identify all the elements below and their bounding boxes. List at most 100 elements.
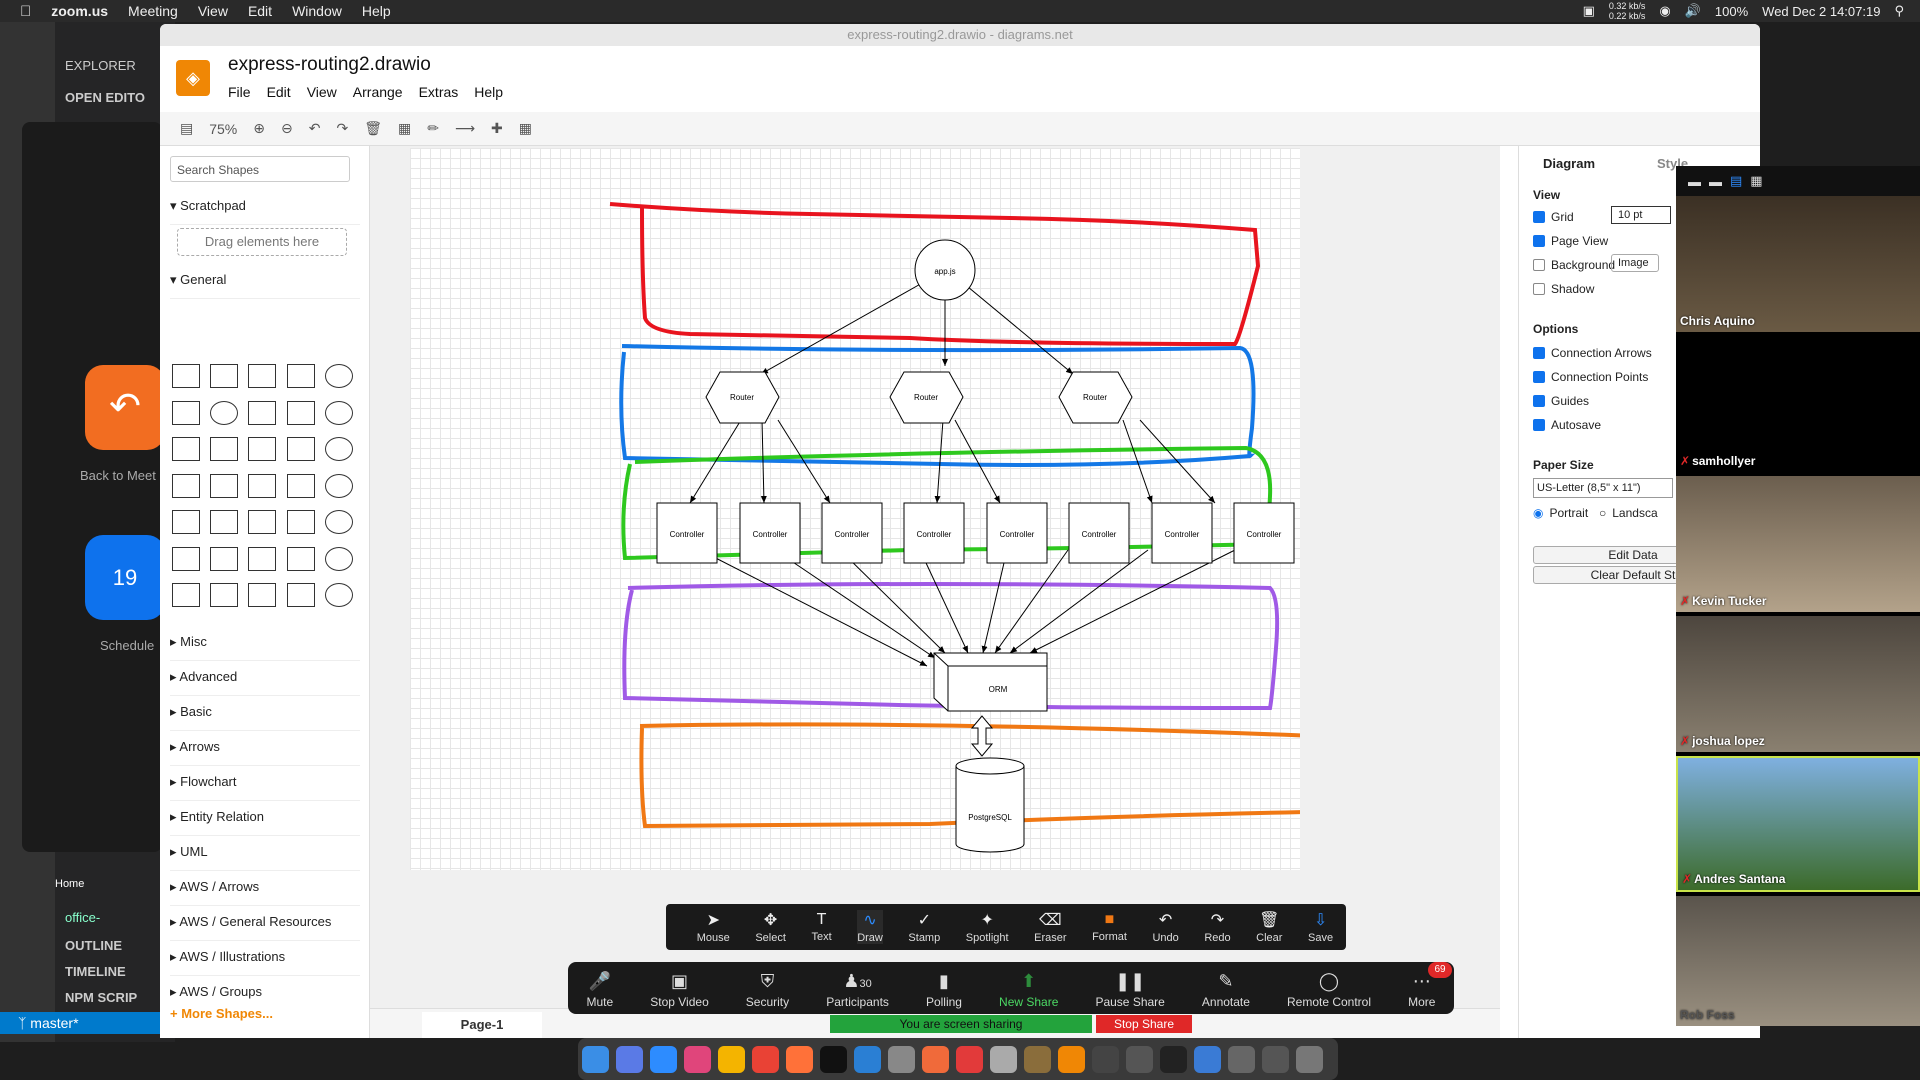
mute-button[interactable]: 🎤 Mute	[587, 971, 614, 1009]
scratchpad-header[interactable]: ▾ Scratchpad	[170, 198, 360, 225]
security-button[interactable]: ⛨ Security	[746, 971, 789, 1009]
speaker-view-icon[interactable]: ▬	[1709, 174, 1722, 189]
timeline-section[interactable]: TIMELINE	[65, 964, 126, 979]
open-editors[interactable]: OPEN EDITO	[65, 90, 145, 105]
palette-shape[interactable]	[324, 510, 353, 535]
palette-shape[interactable]	[324, 437, 353, 462]
palette-shape[interactable]	[286, 437, 315, 462]
search-icon[interactable]: ⚲	[1894, 3, 1904, 19]
app-menu[interactable]: zoom.us	[51, 3, 108, 19]
palette-shape[interactable]	[172, 583, 200, 608]
downloads-icon[interactable]	[1262, 1045, 1289, 1073]
palette-shape[interactable]	[172, 546, 200, 571]
video-tile[interactable]: ✗ Andres Santana	[1676, 756, 1920, 892]
video-tile[interactable]: Chris Aquino	[1676, 196, 1920, 332]
connection-points-checkbox[interactable]: Connection Points	[1533, 370, 1648, 384]
palette-shape[interactable]	[286, 583, 315, 608]
fill-color-icon[interactable]: ▦	[398, 120, 411, 137]
app-icon[interactable]	[1160, 1045, 1187, 1073]
app-icon[interactable]	[1126, 1045, 1153, 1073]
controller-node[interactable]: Controller	[739, 502, 801, 564]
menu-edit[interactable]: Edit	[248, 3, 272, 19]
annotate-draw[interactable]: ∿ Draw	[857, 910, 883, 944]
portrait-radio[interactable]: ◉ Portrait	[1533, 506, 1588, 520]
menu-window[interactable]: Window	[292, 3, 342, 19]
zoom-status-icon[interactable]: ▣	[1583, 3, 1595, 19]
palette-shape[interactable]	[172, 364, 200, 388]
gallery-view-icon[interactable]: ▤	[1730, 173, 1742, 189]
grid-checkbox[interactable]: Grid	[1533, 210, 1574, 224]
annotate-stamp[interactable]: ✓ Stamp	[908, 910, 940, 944]
drawio-dock-icon[interactable]	[1058, 1045, 1085, 1073]
router-node[interactable]: Router	[889, 371, 964, 424]
category-misc[interactable]: ▸ Misc	[170, 634, 360, 661]
connection-arrows-checkbox[interactable]: Connection Arrows	[1533, 346, 1652, 360]
minimize-icon[interactable]: ▬	[1688, 174, 1701, 189]
category-advanced[interactable]: ▸ Advanced	[170, 669, 360, 696]
guides-checkbox[interactable]: Guides	[1533, 394, 1589, 408]
app-icon[interactable]	[1228, 1045, 1255, 1073]
delete-icon[interactable]: 🗑	[364, 120, 382, 137]
sketch-icon[interactable]	[718, 1045, 745, 1073]
slack-icon[interactable]	[684, 1045, 711, 1073]
video-tile[interactable]: ✗ samhollyer	[1676, 336, 1920, 472]
video-tile[interactable]: ✗ Kevin Tucker	[1676, 476, 1920, 612]
undo-icon[interactable]: ↶	[309, 120, 321, 137]
image-button[interactable]: Image	[1611, 254, 1659, 272]
pause-share-button[interactable]: ❚❚ Pause Share	[1095, 971, 1164, 1009]
general-header[interactable]: ▾ General	[170, 272, 360, 299]
stop-video-button[interactable]: ▣ Stop Video	[650, 971, 709, 1009]
palette-shape[interactable]	[210, 510, 239, 535]
menu-view[interactable]: View	[307, 84, 337, 100]
annotate-undo[interactable]: ↶ Undo	[1152, 910, 1178, 944]
annotate-format[interactable]: ■ Format	[1092, 911, 1127, 943]
home-tab[interactable]: Home	[55, 878, 84, 890]
controller-node[interactable]: Controller	[821, 502, 883, 564]
terminal-icon[interactable]	[820, 1045, 847, 1073]
page-tab[interactable]: Page-1	[422, 1012, 542, 1038]
new-share-button[interactable]: ⬆ New Share	[999, 971, 1058, 1009]
palette-shape[interactable]	[248, 400, 277, 425]
annotate-clear[interactable]: 🗑 Clear	[1256, 910, 1282, 944]
category-aws-general[interactable]: ▸ AWS / General Resources	[170, 914, 360, 941]
firefox-icon[interactable]	[786, 1045, 813, 1073]
grid-icon[interactable]: ▦	[1750, 173, 1762, 189]
settings-icon[interactable]	[888, 1045, 915, 1073]
office-folder[interactable]: office-	[65, 910, 100, 925]
zoom-app-icon[interactable]	[650, 1045, 677, 1073]
chrome-icon[interactable]	[752, 1045, 779, 1073]
line-color-icon[interactable]: ✏	[427, 120, 439, 137]
tab-diagram[interactable]: Diagram	[1543, 156, 1595, 171]
grid-size-input[interactable]: 10 pt	[1611, 206, 1671, 224]
palette-shape[interactable]	[248, 510, 277, 535]
router-node[interactable]: Router	[1058, 371, 1133, 424]
video-tile[interactable]: Rob Foss	[1676, 896, 1920, 1026]
palette-shape[interactable]	[248, 546, 277, 571]
trash-icon[interactable]	[1296, 1045, 1323, 1073]
annotate-save[interactable]: ⇩ Save	[1308, 910, 1333, 944]
category-aws-illustrations[interactable]: ▸ AWS / Illustrations	[170, 949, 360, 976]
palette-shape[interactable]	[324, 546, 353, 571]
controller-node[interactable]: Controller	[656, 502, 718, 564]
autosave-checkbox[interactable]: Autosave	[1533, 418, 1601, 432]
volume-icon[interactable]: 🔊	[1685, 3, 1701, 19]
app-icon[interactable]	[1092, 1045, 1119, 1073]
router-node[interactable]: Router	[705, 371, 780, 424]
palette-shape[interactable]	[210, 546, 239, 571]
shadow-checkbox[interactable]: Shadow	[1533, 282, 1594, 296]
git-branch[interactable]: master*	[30, 1015, 78, 1031]
menu-help[interactable]: Help	[474, 84, 503, 100]
palette-shape[interactable]	[210, 400, 239, 425]
table-icon[interactable]: ▦	[519, 120, 532, 137]
menu-help[interactable]: Help	[362, 3, 391, 19]
menu-view[interactable]: View	[198, 3, 228, 19]
diagram-svg[interactable]: app.js Router Router Router Controller C…	[410, 148, 1300, 870]
category-arrows[interactable]: ▸ Arrows	[170, 739, 360, 766]
launchpad-icon[interactable]	[616, 1045, 643, 1073]
palette-shape[interactable]	[324, 364, 353, 388]
zoom-in-icon[interactable]: ⊕	[253, 120, 265, 137]
video-tile[interactable]: ✗ joshua lopez	[1676, 616, 1920, 752]
palette-shape[interactable]	[210, 473, 239, 498]
palette-shape[interactable]	[286, 546, 315, 571]
scratchpad-drop-area[interactable]: Drag elements here	[177, 228, 347, 256]
